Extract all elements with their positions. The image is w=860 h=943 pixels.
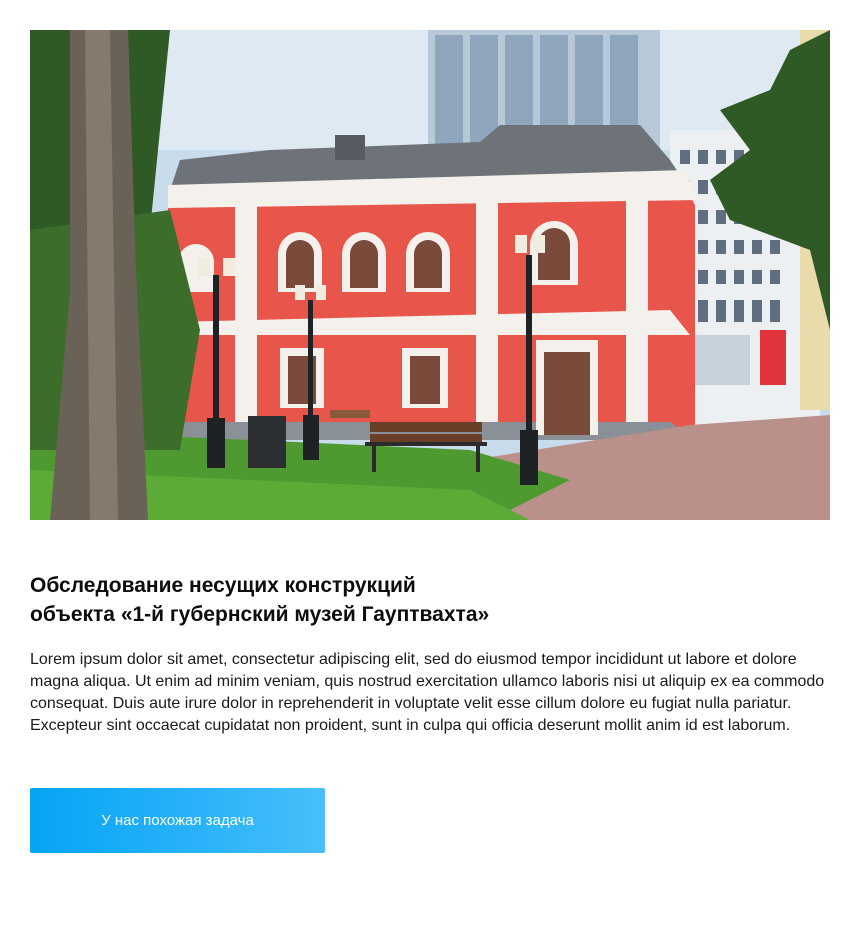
similar-task-button[interactable]: У нас похожая задача [30,788,325,853]
project-description: Lorem ipsum dolor sit amet, consectetur … [30,651,825,734]
project-title-line-1: Обследование несущих конструкций [30,574,416,597]
building-photo [30,30,830,520]
project-title: Обследование несущих конструкций объекта… [30,571,830,629]
project-title-line-2: объекта «1-й губернский музей Гауптвахта… [30,603,490,626]
hero-image [30,30,830,520]
